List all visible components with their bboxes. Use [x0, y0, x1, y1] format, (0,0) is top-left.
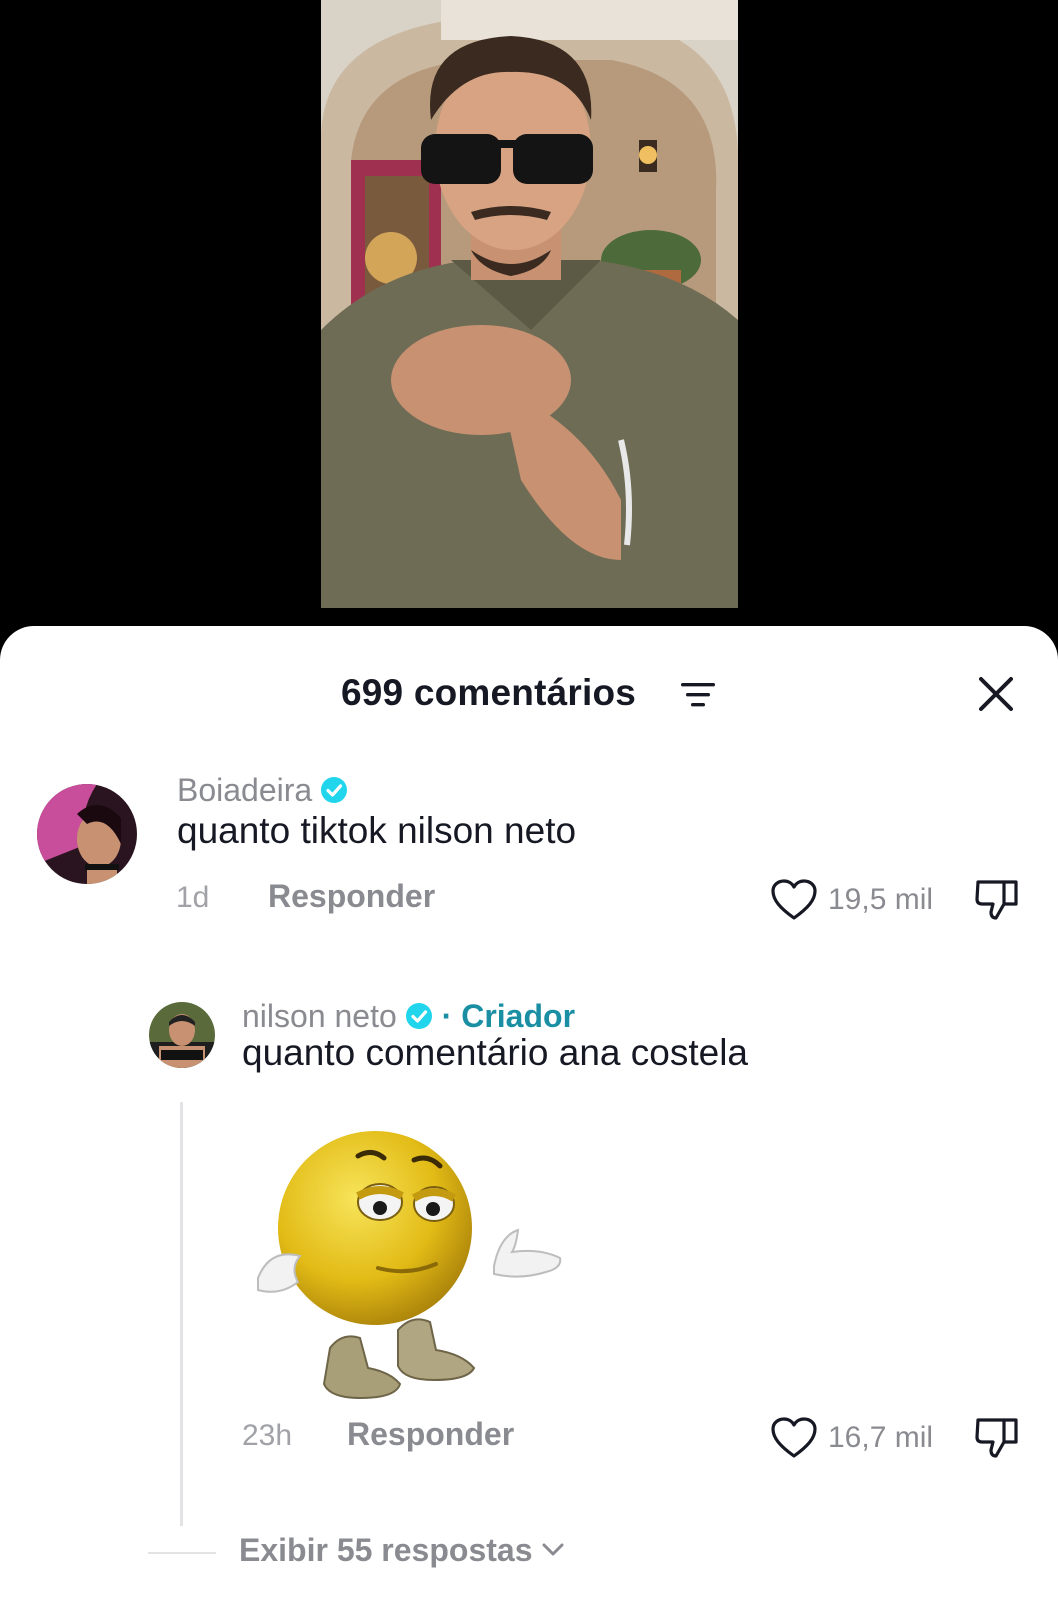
view-replies-button[interactable]: Exibir 55 respostas	[239, 1530, 564, 1570]
view-replies-label[interactable]: Exibir 55 respostas	[239, 1532, 532, 1568]
like-count: 19,5 mil	[828, 883, 934, 916]
comment-count-title: 699 comentários	[341, 672, 637, 713]
reply-button[interactable]: Responder	[347, 1414, 514, 1454]
username-text[interactable]: Boiadeira	[177, 772, 312, 808]
comment-text: quanto tiktok nilson neto	[177, 810, 577, 851]
creator-tag: · Criador	[441, 998, 576, 1034]
close-icon[interactable]	[976, 674, 1016, 714]
username-text[interactable]: nilson neto	[242, 998, 397, 1034]
comment-text: quanto comentário ana costela	[242, 1032, 749, 1073]
chevron-down-icon[interactable]	[542, 1543, 564, 1557]
avatar[interactable]	[149, 1002, 215, 1068]
video-player[interactable]	[0, 0, 1058, 630]
comments-header: 699 comentários	[0, 668, 1058, 718]
replies-divider	[148, 1552, 216, 1554]
comment-time: 1d	[176, 881, 210, 914]
thread-line	[180, 1102, 183, 1526]
comment-time: 23h	[242, 1419, 293, 1452]
verified-badge-icon	[321, 777, 348, 803]
video-frame[interactable]	[321, 0, 738, 608]
thumbs-down-icon[interactable]	[974, 874, 1020, 922]
smiley-shrug-sticker[interactable]	[250, 1118, 580, 1428]
thumbs-down-icon[interactable]	[974, 1412, 1020, 1460]
comments-sheet: 699 comentários Boiadeira quanto tiktok …	[0, 626, 1058, 1600]
verified-badge-icon	[405, 1003, 432, 1029]
heart-icon[interactable]	[770, 878, 818, 922]
filter-icon[interactable]	[681, 682, 715, 708]
like-count: 16,7 mil	[828, 1421, 934, 1454]
comment-username[interactable]: Boiadeira	[177, 770, 348, 810]
heart-icon[interactable]	[770, 1416, 818, 1460]
avatar[interactable]	[37, 784, 137, 884]
reply-button[interactable]: Responder	[268, 876, 435, 916]
